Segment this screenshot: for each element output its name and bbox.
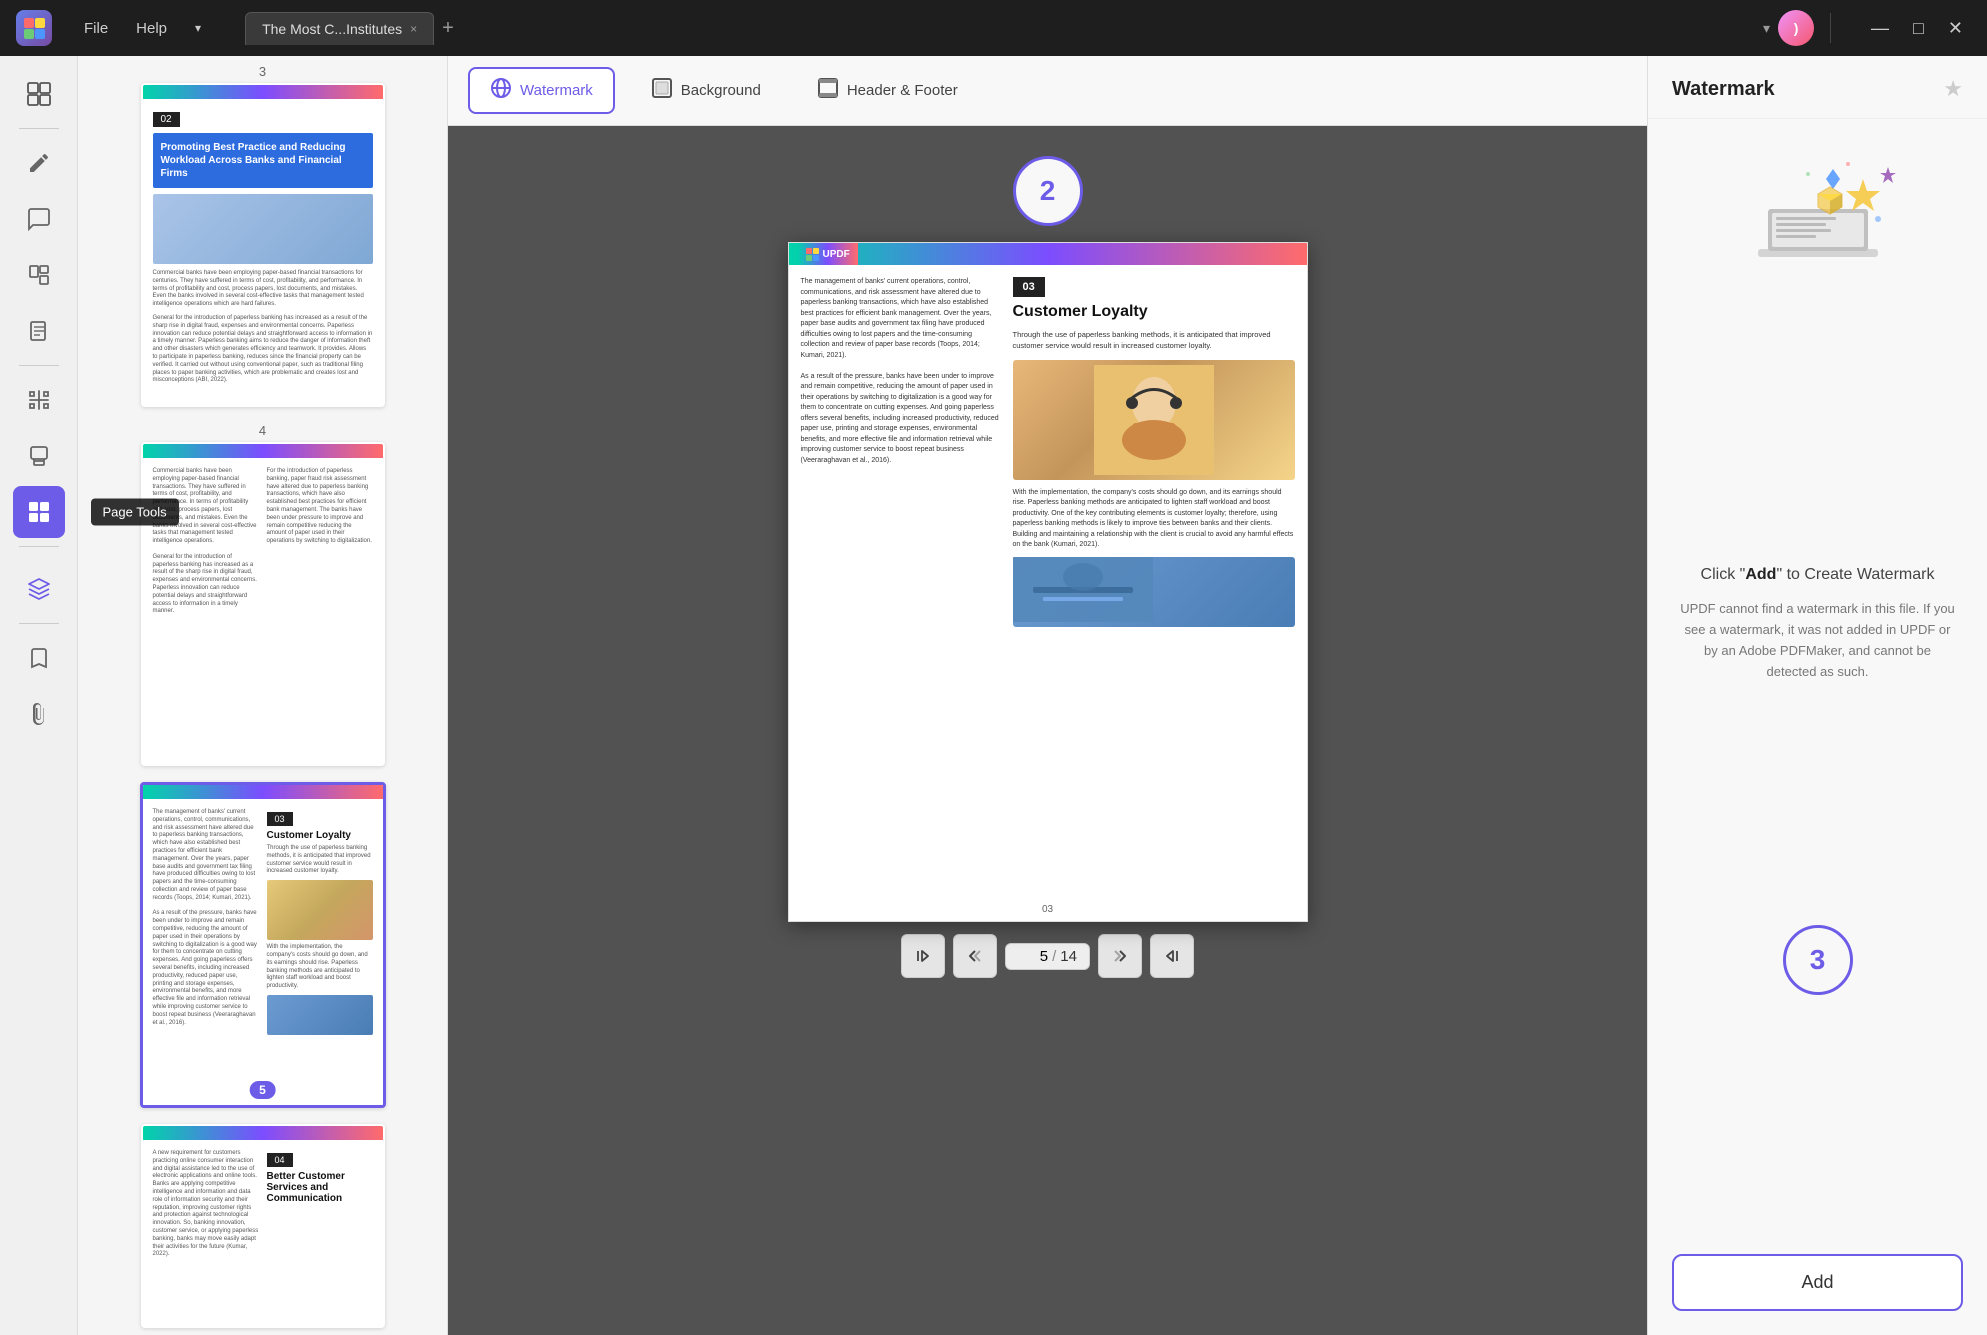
pdf-image-2 — [1013, 557, 1295, 627]
page-separator: / — [1052, 948, 1056, 965]
watermark-label: Watermark — [520, 82, 593, 99]
sidebar-item-comment[interactable] — [13, 193, 65, 245]
background-label: Background — [681, 82, 761, 99]
pdf-right-column: 03 Customer Loyalty Through the use of p… — [1013, 277, 1295, 909]
next-page-button[interactable] — [1098, 934, 1142, 978]
right-panel-body: Click "Add" to Create Watermark UPDF can… — [1648, 119, 1987, 1335]
close-button[interactable]: ✕ — [1940, 14, 1971, 43]
thumb-badge-5: 5 — [249, 1081, 276, 1099]
header-footer-button[interactable]: Header & Footer — [797, 69, 978, 112]
dropdown-chevron-icon[interactable]: ▾ — [1763, 20, 1770, 37]
pdf-section-num: 03 — [1013, 277, 1045, 297]
thumbnail-item-6[interactable]: A new requirement for customers practici… — [86, 1124, 439, 1328]
sidebar-item-page-tools[interactable] — [13, 486, 65, 538]
sidebar-item-layers[interactable] — [13, 563, 65, 615]
pdf-page-content: The management of banks' current operati… — [789, 265, 1307, 921]
sidebar-left: Page Tools — [0, 56, 78, 1335]
active-tab[interactable]: The Most C...Institutes × — [245, 12, 434, 45]
thumb-img-5: The management of banks' current operati… — [140, 782, 386, 1108]
sidebar-divider-4 — [19, 623, 59, 624]
bottom-navigation: / 14 — [889, 922, 1206, 990]
sidebar-item-thumbnail[interactable] — [13, 68, 65, 120]
thumbnail-panel: 3 02 Promoting Best Practice and Reducin… — [78, 56, 448, 1335]
first-page-button[interactable] — [901, 934, 945, 978]
right-panel-header: Watermark ★ — [1648, 56, 1987, 119]
watermark-button[interactable]: Watermark — [468, 67, 615, 114]
close-tab-icon[interactable]: × — [410, 22, 417, 36]
step-circle-3: 3 — [1783, 925, 1853, 995]
pdf-image-1 — [1013, 360, 1295, 480]
sidebar-item-organize[interactable] — [13, 249, 65, 301]
window-controls: — □ ✕ — [1863, 14, 1971, 43]
watermark-empty-description: UPDF cannot find a watermark in this fil… — [1672, 599, 1963, 682]
pdf-section-desc: Through the use of paperless banking met… — [1013, 329, 1295, 352]
logo-icon — [16, 10, 52, 46]
sidebar-item-pages[interactable] — [13, 305, 65, 357]
pdf-viewer: 2 UPDF — [448, 126, 1647, 1335]
pdf-left-text-2: As a result of the pressure, banks have … — [801, 372, 1001, 467]
thumb-img-4: Commercial banks have been employing pap… — [141, 442, 385, 766]
menu-bar: File Help ▾ — [72, 14, 213, 43]
thumb-img-6: A new requirement for customers practici… — [141, 1124, 385, 1328]
title-bar: File Help ▾ The Most C...Institutes × + … — [0, 0, 1987, 56]
maximize-button[interactable]: □ — [1905, 14, 1932, 43]
sidebar-item-edit[interactable] — [13, 137, 65, 189]
prev-page-button[interactable] — [953, 934, 997, 978]
top-toolbar: Watermark Background — [448, 56, 1647, 126]
watermark-empty-info: Click "Add" to Create Watermark UPDF can… — [1672, 562, 1963, 683]
background-icon — [651, 77, 673, 104]
watermark-empty-title: Click "Add" to Create Watermark — [1672, 562, 1963, 588]
watermark-illustration — [1718, 149, 1918, 319]
thumbnail-item-3[interactable]: 3 02 Promoting Best Practice and Reducin… — [86, 64, 439, 407]
sidebar-item-page-tools-wrapper: Page Tools — [13, 486, 65, 538]
thumb-img-3: 02 Promoting Best Practice and Reducing … — [141, 83, 385, 407]
sidebar-item-convert[interactable] — [13, 374, 65, 426]
last-page-button[interactable] — [1150, 934, 1194, 978]
pdf-left-column: The management of banks' current operati… — [801, 277, 1001, 909]
avatar[interactable]: ) — [1778, 10, 1814, 46]
main-layout: Page Tools 3 — [0, 56, 1987, 1335]
help-menu[interactable]: Help — [124, 14, 179, 43]
sidebar-item-attachment[interactable] — [13, 688, 65, 740]
content-area: Watermark Background — [448, 56, 1647, 1335]
sidebar-divider-1 — [19, 128, 59, 129]
minimize-button[interactable]: — — [1863, 14, 1897, 43]
title-bar-controls: ▾ ) — □ ✕ — [1763, 10, 1971, 46]
dropdown-arrow[interactable]: ▾ — [183, 14, 213, 43]
favorite-button[interactable]: ★ — [1943, 76, 1963, 102]
header-footer-label: Header & Footer — [847, 82, 958, 99]
sidebar-item-bookmark[interactable] — [13, 632, 65, 684]
updf-badge: UPDF — [797, 243, 858, 265]
right-panel-title: Watermark — [1672, 78, 1775, 101]
pdf-left-text: The management of banks' current operati… — [801, 277, 1001, 361]
tab-bar: The Most C...Institutes × + — [245, 12, 1751, 45]
thumbnail-item-5[interactable]: The management of banks' current operati… — [86, 782, 439, 1108]
file-menu[interactable]: File — [72, 14, 120, 43]
app-logo — [16, 10, 52, 46]
pdf-page: UPDF The management of banks' current op… — [788, 242, 1308, 922]
thumbnail-item-4[interactable]: 4 Commercial banks have been employing p… — [86, 423, 439, 766]
header-footer-icon — [817, 77, 839, 104]
tab-title: The Most C...Institutes — [262, 21, 402, 37]
page-number-input[interactable] — [1018, 948, 1048, 965]
background-button[interactable]: Background — [631, 69, 781, 112]
pdf-section-title: Customer Loyalty — [1013, 303, 1295, 321]
page-total: 14 — [1060, 948, 1077, 965]
pdf-page-number: 03 — [1042, 904, 1053, 915]
sidebar-divider-3 — [19, 546, 59, 547]
thumb-num-4: 4 — [259, 423, 266, 438]
page-input-group: / 14 — [1005, 943, 1090, 970]
sidebar-divider-2 — [19, 365, 59, 366]
right-panel: Watermark ★ — [1647, 56, 1987, 1335]
thumb-num-3: 3 — [259, 64, 266, 79]
add-tab-button[interactable]: + — [434, 13, 462, 44]
sidebar-item-stamp[interactable] — [13, 430, 65, 482]
step-circle-2: 2 — [1013, 156, 1083, 226]
pdf-right-text: With the implementation, the company's c… — [1013, 488, 1295, 551]
watermark-icon — [490, 77, 512, 104]
add-watermark-button[interactable]: Add — [1672, 1254, 1963, 1311]
pdf-header-bar: UPDF — [789, 243, 1307, 265]
